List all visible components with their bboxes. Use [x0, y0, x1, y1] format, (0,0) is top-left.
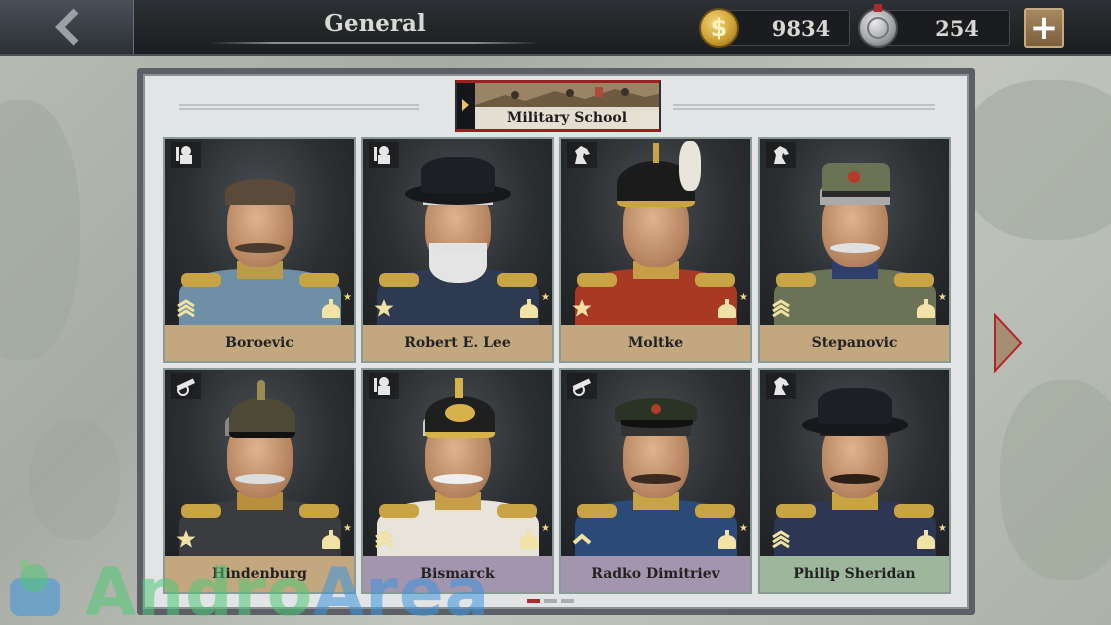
- general-name: Stepanovic: [760, 325, 949, 361]
- general-card[interactable]: ★ Boroevic: [163, 137, 356, 363]
- infantry-icon: [374, 146, 390, 164]
- rank-star-icon: [572, 299, 592, 317]
- helmet-icon: [718, 530, 740, 550]
- general-panel: Military School ★ Boroevic ★ Robert E. Lee ★…: [137, 68, 975, 615]
- general-card[interactable]: ★ Bismarck: [361, 368, 554, 594]
- rank-badge: [571, 297, 593, 319]
- helmet-icon: [917, 299, 939, 319]
- star-icon: ★: [739, 292, 748, 303]
- general-name: Radko Dimitriev: [561, 556, 750, 592]
- header-divider-right: [673, 104, 935, 110]
- gold-counter: 9834: [728, 10, 850, 46]
- add-currency-button[interactable]: +: [1024, 8, 1064, 48]
- page-title: General: [324, 10, 426, 37]
- medal-counter: 254: [886, 10, 1010, 46]
- military-school-label: Military School: [475, 107, 659, 129]
- rank-badge: [175, 297, 197, 319]
- branch-badge: [567, 373, 597, 399]
- branch-badge: [766, 373, 796, 399]
- rank-badge: [373, 297, 395, 319]
- general-name: Philip Sheridan: [760, 556, 949, 592]
- star-icon: ★: [541, 523, 550, 534]
- artillery-icon: [176, 378, 196, 396]
- medal-amount: 254: [935, 15, 979, 41]
- branch-badge: [766, 142, 796, 168]
- header-divider-left: [179, 104, 419, 110]
- cavalry-icon: [774, 377, 789, 395]
- rank-star-icon: [176, 530, 196, 548]
- rank-badge: [373, 528, 395, 550]
- helmet-icon: [322, 530, 344, 550]
- infantry-icon: [374, 377, 390, 395]
- general-portrait: ★: [165, 370, 354, 556]
- cavalry-icon: [575, 146, 590, 164]
- general-portrait: ★: [165, 139, 354, 325]
- star-icon: ★: [739, 523, 748, 534]
- general-name: Moltke: [561, 325, 750, 361]
- medal-icon: [858, 4, 898, 48]
- page-dot[interactable]: [527, 599, 540, 603]
- cavalry-icon: [774, 146, 789, 164]
- rank-badge: [770, 528, 792, 550]
- gold-amount: 9834: [771, 15, 831, 41]
- rank-badge: [770, 297, 792, 319]
- helmet-icon: [718, 299, 740, 319]
- chevron-left-icon: [54, 8, 78, 46]
- branch-badge: [567, 142, 597, 168]
- general-card[interactable]: ★ Moltke: [559, 137, 752, 363]
- general-portrait: ★: [760, 370, 949, 556]
- general-portrait: ★: [363, 139, 552, 325]
- rank-chevron-icon: [177, 299, 195, 318]
- gold-coin-icon: $: [699, 8, 739, 48]
- star-icon: ★: [541, 292, 550, 303]
- general-portrait: ★: [363, 370, 552, 556]
- general-name: Bismarck: [363, 556, 552, 592]
- helmet-icon: [520, 299, 542, 319]
- rank-chevron-icon: [375, 530, 393, 549]
- general-name: Hindenburg: [165, 556, 354, 592]
- rank-badge: [175, 528, 197, 550]
- artillery-icon: [572, 378, 592, 396]
- star-icon: ★: [938, 523, 947, 534]
- tab-arrow-icon: [462, 99, 469, 111]
- rank-chevron-icon: [772, 530, 790, 549]
- gold-coin-symbol: $: [710, 14, 728, 42]
- military-school-tab[interactable]: Military School: [455, 80, 661, 132]
- branch-badge: [171, 142, 201, 168]
- star-icon: ★: [343, 523, 352, 534]
- title-area: General: [210, 0, 540, 54]
- back-button[interactable]: [0, 0, 134, 54]
- helmet-icon: [520, 530, 542, 550]
- branch-badge: [369, 142, 399, 168]
- plus-icon: +: [1029, 8, 1059, 48]
- general-card[interactable]: ★ Radko Dimitriev: [559, 368, 752, 594]
- general-portrait: ★: [561, 139, 750, 325]
- top-bar: General 9834 $ 254 +: [0, 0, 1111, 56]
- general-portrait: ★: [760, 139, 949, 325]
- title-underline: [210, 42, 540, 44]
- general-card[interactable]: ★ Hindenburg: [163, 368, 356, 594]
- rank-star-icon: [374, 299, 394, 317]
- page-dot[interactable]: [544, 599, 557, 603]
- star-icon: ★: [938, 292, 947, 303]
- general-name: Robert E. Lee: [363, 325, 552, 361]
- general-portrait: ★: [561, 370, 750, 556]
- rank-chevron-icon: [772, 299, 790, 318]
- general-card[interactable]: ★ Philip Sheridan: [758, 368, 951, 594]
- rank-chevron-icon: [572, 533, 592, 545]
- helmet-icon: [322, 299, 344, 319]
- next-page-arrow[interactable]: [993, 313, 1023, 373]
- helmet-icon: [917, 530, 939, 550]
- branch-badge: [369, 373, 399, 399]
- page-dot[interactable]: [561, 599, 574, 603]
- branch-badge: [171, 373, 201, 399]
- infantry-icon: [176, 146, 192, 164]
- page-indicator: [527, 599, 574, 603]
- star-icon: ★: [343, 292, 352, 303]
- general-card[interactable]: ★ Stepanovic: [758, 137, 951, 363]
- general-name: Boroevic: [165, 325, 354, 361]
- general-card[interactable]: ★ Robert E. Lee: [361, 137, 554, 363]
- rank-badge: [571, 528, 593, 550]
